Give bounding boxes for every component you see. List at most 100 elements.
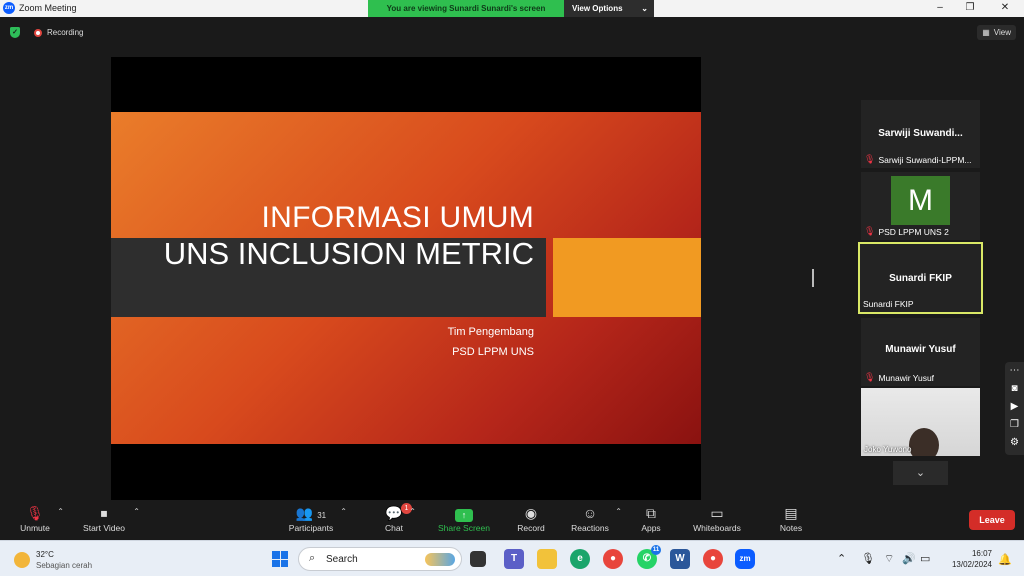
participant-video bbox=[909, 428, 939, 456]
notes-button[interactable]: ▤ Notes bbox=[778, 503, 804, 533]
participant-label-text: Sarwiji Suwandi-LPPM... bbox=[878, 154, 972, 165]
task-view-icon[interactable] bbox=[470, 551, 486, 567]
share-screen-button[interactable]: ↑ Share Screen bbox=[437, 503, 491, 533]
battery-icon[interactable]: ▭ bbox=[920, 552, 930, 565]
slide-accent-box bbox=[553, 238, 701, 317]
minimize-button[interactable]: – bbox=[925, 0, 955, 17]
participants-button[interactable]: 👥 31 Participants ⌃ bbox=[287, 503, 347, 533]
notification-bell-icon[interactable]: 🔔 bbox=[998, 553, 1012, 566]
mic-muted-icon: 🎙 bbox=[864, 372, 876, 382]
chat-label: Chat bbox=[385, 523, 403, 533]
record-icon: ◉ bbox=[524, 505, 538, 521]
windows-icon[interactable]: ❐ bbox=[1005, 416, 1024, 434]
participant-name: Sunardi FKIP bbox=[889, 273, 952, 284]
caret-up-icon[interactable]: ⌃ bbox=[615, 507, 622, 516]
clock-time: 16:07 bbox=[971, 549, 992, 558]
unmute-button[interactable]: 🎙 Unmute ⌃ bbox=[18, 503, 64, 533]
caret-up-icon[interactable]: ⌃ bbox=[409, 507, 416, 516]
close-button[interactable]: ✕ bbox=[990, 0, 1020, 17]
participants-count: 31 bbox=[317, 511, 327, 520]
record-button[interactable]: ◉ Record bbox=[515, 503, 547, 533]
zoom-app-icon: zm bbox=[3, 2, 15, 14]
search-icon: ⌕ bbox=[309, 552, 316, 564]
camera-icon[interactable]: ◙ bbox=[1005, 380, 1024, 398]
participant-label-text: Munawir Yusuf bbox=[878, 372, 935, 383]
slide-subtitle-line2: PSD LPPM UNS bbox=[452, 346, 534, 358]
whiteboards-button[interactable]: ▭ Whiteboards bbox=[691, 503, 743, 533]
record-dot-icon bbox=[34, 28, 42, 37]
start-video-label: Start Video bbox=[83, 523, 125, 533]
search-highlight-image bbox=[425, 553, 455, 566]
start-video-button[interactable]: ⏹ Start Video ⌃ bbox=[80, 503, 140, 533]
weather-widget[interactable]: 32°C Sebagian cerah bbox=[14, 549, 92, 571]
volume-icon[interactable]: 🔊 bbox=[902, 552, 916, 565]
search-placeholder: Search bbox=[326, 554, 358, 565]
participant-tile[interactable]: M 🎙 PSD LPPM UNS 2 bbox=[861, 172, 980, 240]
grid-icon: ▦ bbox=[982, 28, 990, 37]
mic-off-icon: 🎙 bbox=[26, 505, 44, 521]
microphone-icon[interactable]: 🎙 bbox=[861, 552, 875, 565]
notes-label: Notes bbox=[779, 523, 803, 533]
scroll-down-button[interactable]: ⌄ bbox=[893, 461, 948, 485]
file-explorer-icon[interactable] bbox=[537, 549, 557, 569]
avatar: M bbox=[891, 176, 950, 225]
word-icon[interactable]: W bbox=[670, 549, 690, 569]
reactions-label: Reactions bbox=[571, 523, 609, 533]
whatsapp-badge: 11 bbox=[651, 545, 661, 555]
view-options-button[interactable]: View Options ⌄ bbox=[564, 0, 654, 17]
chrome-profile-icon[interactable]: ● bbox=[703, 549, 723, 569]
leave-button[interactable]: Leave bbox=[969, 510, 1015, 530]
whiteboards-label: Whiteboards bbox=[693, 523, 741, 533]
participant-label: Sunardi FKIP bbox=[863, 299, 914, 309]
reactions-button[interactable]: ☺ Reactions ⌃ bbox=[570, 503, 622, 533]
participants-label: Participants bbox=[288, 523, 334, 533]
taskbar-search[interactable]: ⌕ Search bbox=[298, 547, 462, 571]
share-screen-icon: ↑ bbox=[455, 509, 473, 522]
recording-label: Recording bbox=[47, 28, 84, 37]
mic-muted-icon: 🎙 bbox=[864, 226, 876, 236]
participant-tile[interactable]: Sarwiji Suwandi... 🎙 Sarwiji Suwandi-LPP… bbox=[861, 100, 980, 168]
apps-button[interactable]: ⧉ Apps bbox=[639, 503, 663, 533]
participant-label-text: PSD LPPM UNS 2 bbox=[878, 226, 949, 237]
chevron-down-icon: ⌄ bbox=[641, 4, 648, 13]
viewing-message: You are viewing Sunardi Sunardi's screen bbox=[368, 0, 564, 17]
gear-icon[interactable]: ⚙ bbox=[1005, 434, 1024, 452]
participant-name: Sarwiji Suwandi... bbox=[878, 128, 963, 139]
recording-indicator[interactable]: Recording bbox=[34, 28, 83, 37]
view-button[interactable]: ▦ View bbox=[977, 25, 1016, 40]
video-icon[interactable]: ▶ bbox=[1005, 398, 1024, 416]
participant-tile[interactable]: Munawir Yusuf 🎙 Munawir Yusuf bbox=[861, 318, 980, 386]
panel-resize-handle[interactable] bbox=[812, 269, 814, 287]
more-icon[interactable]: ⋯ bbox=[1005, 362, 1024, 380]
shared-screen[interactable]: INFORMASI UMUM UNS INCLUSION METRIC Tim … bbox=[111, 57, 701, 500]
meeting-toolbar: 🎙 Unmute ⌃ ⏹ Start Video ⌃ 👥 31 Particip… bbox=[0, 500, 1024, 540]
caret-up-icon[interactable]: ⌃ bbox=[340, 507, 347, 516]
shield-check-icon[interactable]: ✓ bbox=[10, 27, 20, 38]
wifi-icon[interactable]: ⌔ bbox=[884, 552, 894, 566]
windows-start-icon[interactable] bbox=[272, 551, 288, 567]
system-clock[interactable]: 16:07 13/02/2024 bbox=[940, 548, 992, 570]
os-taskbar: 32°C Sebagian cerah ⌕ Search T e ● ✆ 11 W… bbox=[0, 540, 1024, 576]
notes-icon: ▤ bbox=[784, 505, 798, 521]
maximize-button[interactable]: ❐ bbox=[955, 0, 985, 17]
whatsapp-icon[interactable]: ✆ 11 bbox=[637, 545, 661, 569]
participant-video-tile[interactable]: Joko Yuwono bbox=[861, 388, 980, 456]
weather-temp: 32°C bbox=[36, 550, 54, 559]
unmute-label: Unmute bbox=[20, 523, 50, 533]
participant-tile-active[interactable]: Sunardi FKIP Sunardi FKIP bbox=[858, 242, 983, 314]
edge-icon[interactable]: e bbox=[570, 549, 590, 569]
meeting-topbar: ✓ Recording ▦ View bbox=[0, 17, 1024, 47]
teams-icon[interactable]: T bbox=[504, 549, 524, 569]
participant-label-text: Joko Yuwono bbox=[864, 445, 912, 454]
participant-label: 🎙 Munawir Yusuf bbox=[864, 372, 934, 383]
participant-label-text: Sunardi FKIP bbox=[863, 299, 914, 309]
chrome-icon[interactable]: ● bbox=[603, 549, 623, 569]
caret-up-icon[interactable]: ⌃ bbox=[133, 507, 140, 516]
zoom-taskbar-icon[interactable]: zm bbox=[735, 549, 755, 569]
chat-button[interactable]: 💬 1 Chat ⌃ bbox=[384, 503, 416, 533]
caret-up-icon[interactable]: ⌃ bbox=[57, 507, 64, 516]
chevron-up-icon[interactable]: ⌃ bbox=[837, 552, 846, 565]
video-off-icon: ⏹ bbox=[100, 505, 108, 521]
window-title: Zoom Meeting bbox=[19, 3, 77, 13]
participant-label: 🎙 PSD LPPM UNS 2 bbox=[864, 226, 949, 237]
